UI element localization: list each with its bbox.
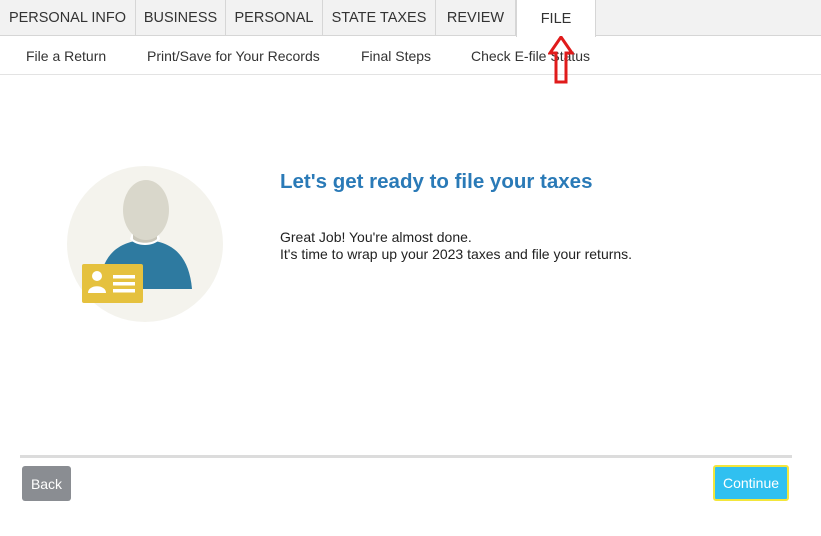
- top-tab-bar: PERSONAL INFO BUSINESS PERSONAL STATE TA…: [0, 0, 821, 37]
- footer-divider: [20, 455, 792, 458]
- person-id-card-icon: [67, 166, 223, 322]
- intro-text: Great Job! You're almost done. It's time…: [280, 229, 632, 263]
- intro-line-2: It's time to wrap up your 2023 taxes and…: [280, 246, 633, 262]
- page-title: Let's get ready to file your taxes: [280, 170, 593, 193]
- red-arrow-up-icon: [548, 36, 574, 84]
- tab-review[interactable]: REVIEW: [436, 0, 516, 36]
- sub-nav-file-a-return[interactable]: File a Return: [26, 37, 106, 74]
- back-button[interactable]: Back: [22, 466, 71, 501]
- tab-business[interactable]: BUSINESS: [136, 0, 226, 36]
- intro-line-1: Great Job! You're almost done.: [280, 229, 472, 245]
- file-step-page: PERSONAL INFO BUSINESS PERSONAL STATE TA…: [0, 0, 821, 536]
- sub-nav-final-steps[interactable]: Final Steps: [361, 37, 431, 74]
- tab-personal-info[interactable]: PERSONAL INFO: [0, 0, 136, 36]
- tab-state-taxes[interactable]: STATE TAXES: [323, 0, 436, 36]
- tab-file[interactable]: FILE: [516, 0, 596, 37]
- sub-nav-bar: File a Return Print/Save for Your Record…: [0, 37, 821, 75]
- sub-nav-print-save[interactable]: Print/Save for Your Records: [147, 37, 320, 74]
- continue-button[interactable]: Continue: [713, 465, 789, 501]
- tab-personal[interactable]: PERSONAL: [226, 0, 323, 36]
